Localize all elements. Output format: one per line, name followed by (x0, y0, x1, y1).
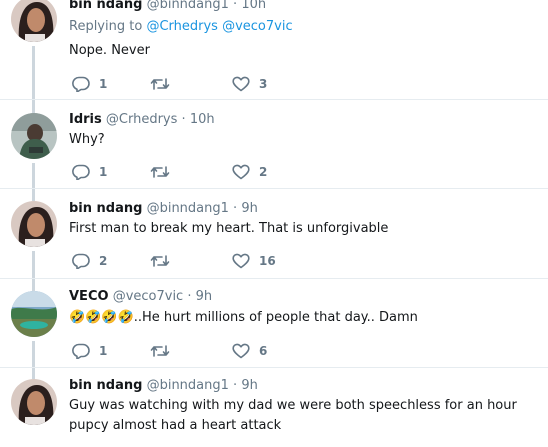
avatar[interactable] (11, 201, 57, 247)
like-count: 2 (259, 165, 268, 179)
reply-count: 1 (99, 77, 108, 91)
retweet-icon (150, 78, 170, 90)
thread-line (32, 341, 35, 367)
thread-line (32, 100, 35, 113)
tweet-1[interactable]: bin ndang @binndang1 · 10h Replying to @… (0, 0, 548, 99)
author-handle[interactable]: @binndang1 (147, 378, 229, 393)
laughing-emoji: 🤣🤣🤣🤣 (69, 310, 134, 325)
tweet-3[interactable]: bin ndang @binndang1 · 9h First man to b… (0, 189, 548, 278)
reply-button[interactable]: 1 (72, 74, 107, 94)
reply-icon (72, 253, 90, 269)
avatar[interactable] (11, 113, 57, 159)
reply-button[interactable]: 1 (72, 341, 107, 361)
retweet-button[interactable] (150, 162, 179, 182)
tweet-text: Guy was watching with my dad we were bot… (69, 398, 517, 433)
author-name[interactable]: bin ndang (69, 0, 142, 12)
author-name[interactable]: bin ndang (69, 201, 142, 216)
like-count: 6 (259, 344, 268, 358)
timestamp[interactable]: 10h (190, 112, 215, 127)
author-name[interactable]: bin ndang (69, 378, 142, 393)
reply-icon (72, 164, 90, 180)
like-button[interactable]: 3 (232, 74, 267, 94)
avatar[interactable] (11, 291, 57, 337)
reply-button[interactable]: 2 (72, 251, 107, 271)
timestamp[interactable]: 9h (196, 289, 213, 304)
avatar[interactable] (11, 0, 57, 42)
thread-line (32, 251, 35, 278)
reply-icon (72, 76, 90, 92)
thread-line (32, 279, 35, 291)
separator: · (233, 0, 238, 12)
heart-icon (232, 343, 250, 359)
separator: · (233, 201, 238, 216)
tweet-text-content: ..He hurt millions of people that day.. … (133, 310, 418, 325)
retweet-button[interactable] (150, 74, 179, 94)
thread-line (32, 163, 35, 188)
author-name[interactable]: Idris (69, 112, 102, 127)
heart-icon (232, 164, 250, 180)
retweet-button[interactable] (150, 251, 179, 271)
timestamp[interactable]: 10h (241, 0, 266, 12)
timestamp[interactable]: 9h (241, 378, 258, 393)
reply-count: 2 (99, 254, 108, 268)
separator: · (187, 289, 192, 304)
avatar[interactable] (11, 379, 57, 425)
tweet-5[interactable]: bin ndang @binndang1 · 9h Guy was watchi… (0, 368, 548, 447)
reply-button[interactable]: 1 (72, 162, 107, 182)
like-count: 3 (259, 77, 268, 91)
author-handle[interactable]: @binndang1 (147, 0, 229, 12)
mention-link[interactable]: @veco7vic (222, 19, 293, 34)
tweet-text: 🤣🤣🤣🤣..He hurt millions of people that da… (69, 308, 539, 328)
like-button[interactable]: 16 (232, 251, 276, 271)
replying-to-label: Replying to (69, 19, 143, 34)
heart-icon (232, 253, 250, 269)
separator: · (181, 112, 186, 127)
author-handle[interactable]: @Crhedrys (106, 112, 178, 127)
thread-line (32, 189, 35, 201)
tweet-text: Why? (69, 132, 105, 147)
tweet-header: bin ndang @binndang1 · 10h (69, 0, 266, 12)
retweet-button[interactable] (150, 341, 179, 361)
replying-to: Replying to @Crhedrys @veco7vic (69, 19, 293, 34)
retweet-icon (150, 166, 170, 178)
thread-line (32, 368, 35, 379)
author-handle[interactable]: @binndang1 (147, 201, 229, 216)
reply-icon (72, 343, 90, 359)
timestamp[interactable]: 9h (241, 201, 258, 216)
tweet-text: First man to break my heart. That is unf… (69, 221, 389, 236)
tweet-header: Idris @Crhedrys · 10h (69, 112, 215, 127)
heart-icon (232, 76, 250, 92)
retweet-icon (150, 345, 170, 357)
retweet-icon (150, 255, 170, 267)
tweet-2[interactable]: Idris @Crhedrys · 10h Why? 1 2 (0, 100, 548, 188)
thread-line (32, 46, 35, 99)
author-handle[interactable]: @veco7vic (113, 289, 184, 304)
like-count: 16 (259, 254, 276, 268)
tweet-header: VECO @veco7vic · 9h (69, 289, 212, 304)
reply-count: 1 (99, 344, 108, 358)
tweet-4[interactable]: VECO @veco7vic · 9h 🤣🤣🤣🤣..He hurt millio… (0, 279, 548, 367)
tweet-text: Nope. Never (69, 43, 150, 58)
tweet-header: bin ndang @binndang1 · 9h (69, 378, 258, 393)
author-name[interactable]: VECO (69, 289, 109, 304)
like-button[interactable]: 2 (232, 162, 267, 182)
separator: · (233, 378, 238, 393)
reply-count: 1 (99, 165, 108, 179)
like-button[interactable]: 6 (232, 341, 267, 361)
mention-link[interactable]: @Crhedrys (146, 19, 218, 34)
tweet-header: bin ndang @binndang1 · 9h (69, 201, 258, 216)
